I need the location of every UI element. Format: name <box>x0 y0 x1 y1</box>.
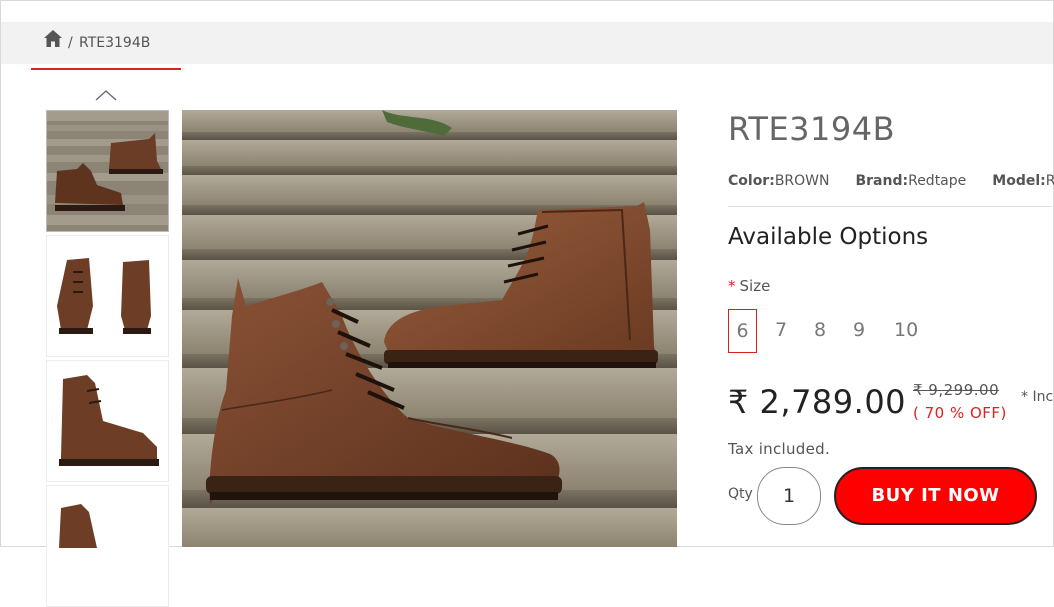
breadcrumb-current: RTE3194B <box>79 35 151 51</box>
color-label: Color: <box>728 173 775 189</box>
divider <box>728 206 1054 207</box>
size-option-8[interactable]: 8 <box>814 309 826 351</box>
quantity-input[interactable] <box>757 467 821 525</box>
tax-note: Tax included. <box>728 440 831 458</box>
main-product-image <box>182 110 677 547</box>
size-option-10[interactable]: 10 <box>894 309 918 351</box>
home-icon[interactable] <box>43 29 63 49</box>
buy-it-now-button[interactable]: BUY IT NOW <box>834 467 1037 525</box>
size-label-text: Size <box>739 277 771 295</box>
model-label: Model: <box>992 173 1046 189</box>
size-option-9[interactable]: 9 <box>853 309 865 351</box>
inclusive-note: * Inc <box>1021 389 1054 405</box>
brand-label: Brand: <box>855 173 909 189</box>
brand-value: Redtape <box>908 173 967 189</box>
size-option-6[interactable]: 6 <box>728 309 757 353</box>
model-value: R <box>1045 173 1054 189</box>
current-price: ₹ 2,789.00 <box>728 383 907 421</box>
breadcrumb <box>1 22 1053 64</box>
size-option-7[interactable]: 7 <box>775 309 787 351</box>
thumbnail-2[interactable] <box>46 235 169 357</box>
product-title: RTE3194B <box>728 110 896 148</box>
original-price: ₹ 9,299.00 <box>913 381 1000 399</box>
chevron-up-icon[interactable] <box>95 88 117 102</box>
breadcrumb-separator: / <box>68 35 73 51</box>
discount-badge: ( 70 % OFF) <box>913 404 1007 422</box>
thumbnail-3[interactable] <box>46 360 169 482</box>
product-meta: Color:BROWN Brand:Redtape Model:R <box>728 173 1054 189</box>
breadcrumb-underline <box>31 68 181 70</box>
thumbnail-1[interactable] <box>46 110 169 232</box>
qty-label: Qty <box>728 486 753 502</box>
required-marker: * <box>728 277 736 295</box>
size-label: * Size <box>728 277 770 295</box>
thumbnail-4[interactable] <box>46 485 169 607</box>
available-options-heading: Available Options <box>728 224 929 250</box>
color-value: BROWN <box>774 173 830 189</box>
